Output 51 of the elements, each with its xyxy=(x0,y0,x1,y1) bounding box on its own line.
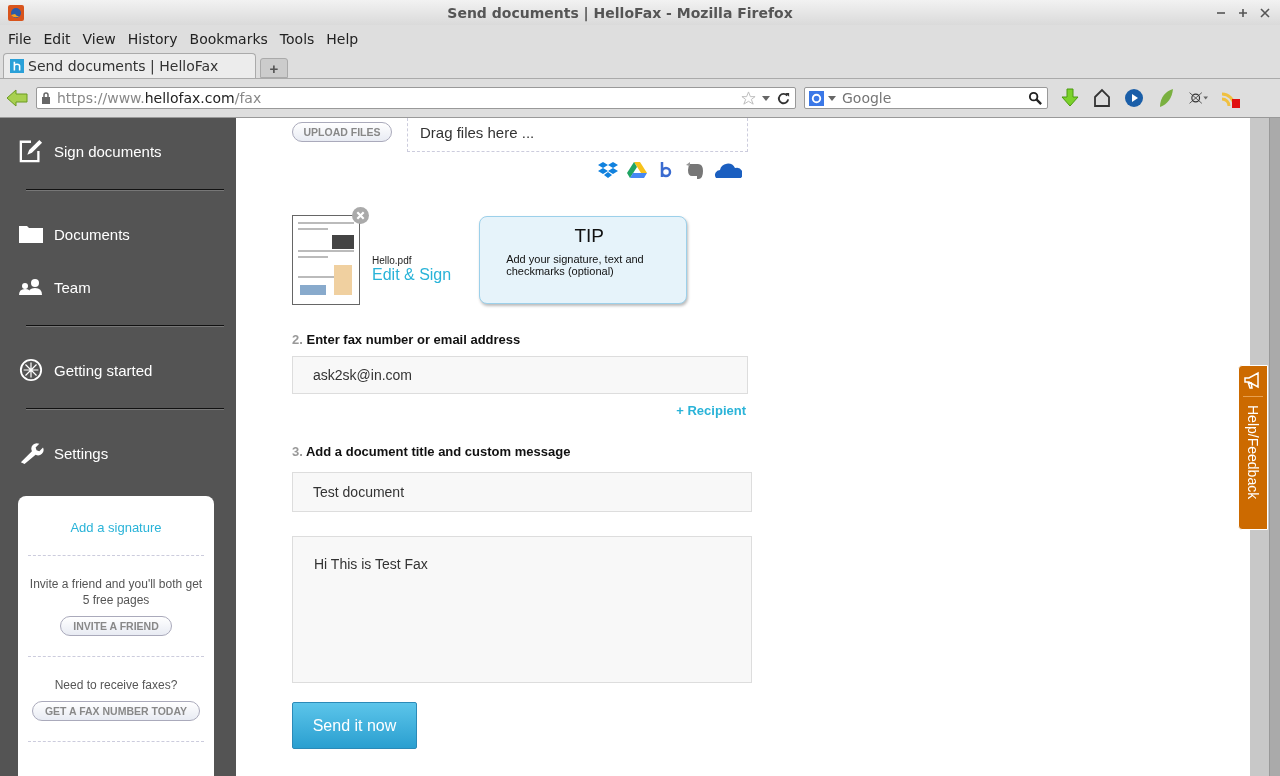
browser-tab[interactable]: Send documents | HelloFax xyxy=(3,53,256,78)
menu-item[interactable]: File xyxy=(2,30,38,47)
menu-item[interactable]: Help xyxy=(320,30,365,47)
document-thumbnail[interactable] xyxy=(292,215,360,305)
menu-item[interactable]: View xyxy=(76,30,122,47)
drive-icon[interactable] xyxy=(627,160,647,180)
reload-icon[interactable] xyxy=(776,90,791,106)
favicon-icon xyxy=(10,59,24,73)
home-icon[interactable] xyxy=(1092,88,1112,108)
compass-icon xyxy=(18,358,44,382)
wrench-icon xyxy=(18,441,44,465)
dropdown-caret-icon[interactable] xyxy=(762,94,770,102)
message-field[interactable]: Hi This is Test Fax xyxy=(292,536,752,683)
drop-zone[interactable]: Drag files here ... xyxy=(407,118,748,152)
menu-item[interactable]: Bookmarks xyxy=(183,30,274,47)
megaphone-icon xyxy=(1243,370,1263,397)
close-icon[interactable] xyxy=(1260,7,1270,18)
recipient-field[interactable]: ask2sk@in.com xyxy=(292,356,748,394)
maximize-icon[interactable] xyxy=(1238,7,1248,18)
lock-icon xyxy=(41,92,51,104)
invite-text: Invite a friend and you'll both get 5 free pages xyxy=(28,576,204,608)
step-label: 2. Enter fax number or email address xyxy=(292,332,522,347)
tip-text: Add your signature, text and checkmarks (optional) xyxy=(506,253,645,277)
menu-item[interactable]: History xyxy=(121,30,184,47)
address-bar[interactable]: https://www.hellofax.com/fax xyxy=(36,87,796,109)
title-field[interactable]: Test document xyxy=(292,472,752,512)
dropdown-caret-icon[interactable] xyxy=(828,94,836,102)
sidebar-item[interactable]: Settings xyxy=(18,438,236,468)
step-label: 3. Add a document title and custom message xyxy=(292,444,572,459)
menu-item[interactable]: Edit xyxy=(37,30,77,47)
search-field[interactable]: Google xyxy=(840,89,1024,107)
sidebar-item[interactable]: Documents xyxy=(18,219,236,249)
new-tab-button[interactable]: + xyxy=(260,58,288,78)
sidebar-item[interactable]: Sign documents xyxy=(18,136,236,166)
feedback-tab[interactable]: Help/Feedback xyxy=(1238,365,1268,530)
search-bar[interactable]: Google xyxy=(804,87,1048,109)
elephant-icon[interactable] xyxy=(685,160,705,180)
search-icon[interactable] xyxy=(1028,90,1043,106)
star-icon[interactable] xyxy=(741,90,756,106)
dropbox-icon[interactable] xyxy=(598,160,618,180)
window-title: Send documents | HelloFax - Mozilla Firefox xyxy=(446,4,794,21)
file-name: Hello.pdf xyxy=(372,254,413,266)
scrollbar[interactable] xyxy=(1269,118,1280,776)
menu-item[interactable]: Tools xyxy=(273,30,321,47)
play-icon[interactable] xyxy=(1124,88,1144,108)
fax-number-text: Need to receive faxes? xyxy=(54,677,178,693)
search-engine-icon[interactable] xyxy=(809,90,824,106)
edit-document-icon xyxy=(18,139,44,163)
sidebar-item[interactable]: Getting started xyxy=(18,355,236,385)
sidebar-item[interactable]: Team xyxy=(18,272,236,302)
tip-title: TIP xyxy=(573,225,605,247)
